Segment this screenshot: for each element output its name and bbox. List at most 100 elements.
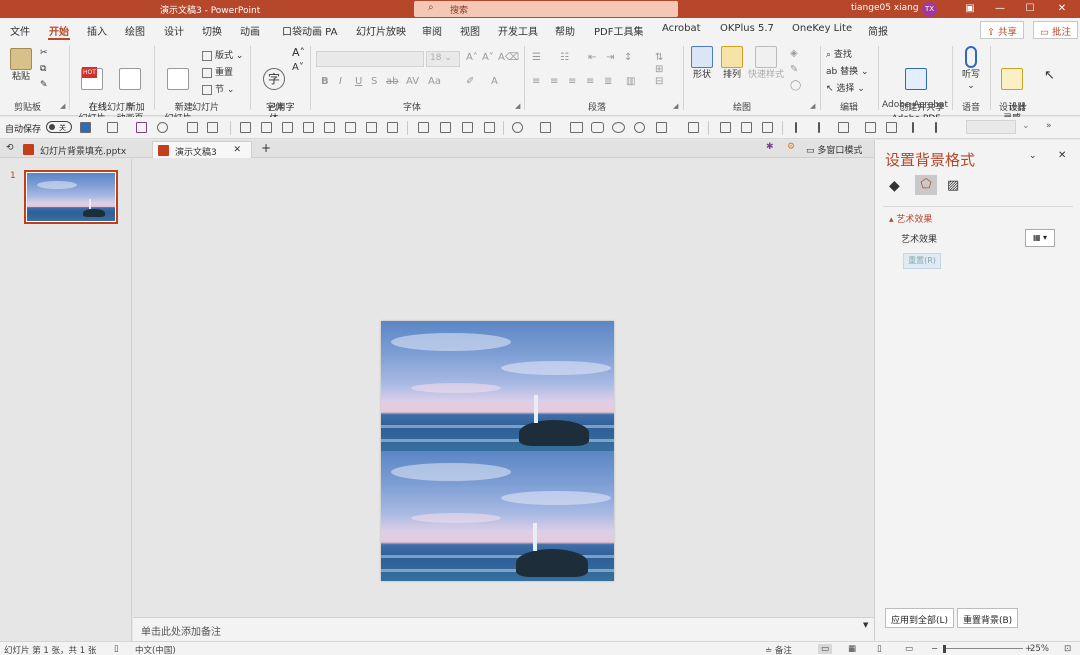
text-box-icon[interactable] <box>865 122 876 133</box>
pen-icon[interactable] <box>912 122 914 133</box>
shapes-button[interactable]: 形状 <box>688 46 716 81</box>
align-top-icon[interactable] <box>240 122 251 133</box>
group-icon[interactable] <box>418 122 429 133</box>
oval-icon[interactable] <box>612 122 625 133</box>
align-bottom-icon[interactable] <box>324 122 335 133</box>
paragraph-launcher-icon[interactable]: ◢ <box>673 102 678 110</box>
bold-icon[interactable]: B <box>321 76 329 87</box>
effects-pentagon-icon[interactable]: ⬠ <box>915 175 937 195</box>
more-commands-icon[interactable]: » <box>1046 121 1052 131</box>
columns-icon[interactable]: ▥ <box>626 76 635 87</box>
merge-shapes-icon[interactable] <box>512 122 523 133</box>
slide-thumbnail[interactable] <box>24 170 118 224</box>
maximize-icon[interactable]: ☐ <box>1020 1 1040 17</box>
tab-briefing[interactable]: 简报 <box>868 23 888 38</box>
comments-button[interactable]: ▭ 批注 <box>1033 21 1079 39</box>
drawing-launcher-icon[interactable]: ◢ <box>810 102 815 110</box>
qat-dropdown-icon[interactable]: ⌄ <box>1022 121 1030 131</box>
slide-editing-area[interactable]: ▲ <box>133 159 874 629</box>
pane-close-icon[interactable]: ✕ <box>1058 150 1066 161</box>
copy-icon[interactable]: ⧉ <box>40 64 46 74</box>
notes-toggle-button[interactable]: ≐ 备注 <box>765 644 792 655</box>
present-icon[interactable] <box>187 122 198 133</box>
rectangle-icon[interactable] <box>570 122 583 133</box>
align-right-icon[interactable]: ≡ <box>568 76 576 87</box>
zoom-level[interactable]: 25% <box>1030 644 1049 654</box>
shrink-font-icon[interactable]: A˅ <box>292 62 304 73</box>
zoom-slider[interactable] <box>943 648 1023 649</box>
scroll-down-icon[interactable]: ▼ <box>863 621 868 629</box>
apply-to-all-button[interactable]: 应用到全部(L) <box>885 608 955 628</box>
numbering-icon[interactable]: ☷ <box>560 52 569 63</box>
shape-format-icon[interactable] <box>540 122 551 133</box>
find-button[interactable]: ⌕ 查找 <box>826 47 852 60</box>
zoom-out-icon[interactable]: − <box>931 644 938 654</box>
arrange-button[interactable]: 排列 <box>718 46 746 81</box>
select-button[interactable]: ↖ 选择 ⌄ <box>826 81 865 94</box>
ribbon-options-icon[interactable]: ▣ <box>960 1 980 17</box>
align-center-icon[interactable]: ≡ <box>550 76 558 87</box>
shape-fill-icon[interactable]: ◈ <box>790 48 798 59</box>
reset-background-button[interactable]: 重置背景(B) <box>957 608 1019 628</box>
normal-view-icon[interactable]: ▭ <box>818 644 833 654</box>
user-name[interactable]: tiange05 xiang <box>851 3 919 13</box>
clear-format-icon[interactable]: A⌫ <box>498 52 519 63</box>
minimize-icon[interactable]: — <box>990 1 1010 17</box>
language[interactable]: 中文(中国) <box>135 644 176 655</box>
tab-design[interactable]: 设计 <box>164 23 184 38</box>
align-left-icon[interactable]: ≡ <box>532 76 540 87</box>
line-spacing-icon[interactable]: ↕ <box>624 52 632 63</box>
decrease-indent-icon[interactable]: ⇤ <box>588 52 596 63</box>
format-painter-icon[interactable]: ✎ <box>40 80 48 90</box>
circle-icon[interactable] <box>634 122 645 133</box>
search-box[interactable]: ⌕ 搜索 <box>414 1 678 17</box>
tab-transitions[interactable]: 切换 <box>202 23 222 38</box>
bring-front-icon[interactable] <box>462 122 473 133</box>
reading-view-icon[interactable]: ▯ <box>877 644 882 654</box>
align-right-objects-icon[interactable] <box>303 122 314 133</box>
tab-insert[interactable]: 插入 <box>87 23 107 38</box>
close-tab-icon[interactable]: ✕ <box>233 145 241 155</box>
tab-review[interactable]: 审阅 <box>422 23 442 38</box>
fit-slide-icon[interactable]: ⊡ <box>1064 644 1071 654</box>
bullets-icon[interactable]: ☰ <box>532 52 541 63</box>
clipboard-launcher-icon[interactable]: ◢ <box>60 102 65 110</box>
align-middle-icon[interactable] <box>261 122 272 133</box>
font-color-icon[interactable]: A <box>491 76 498 87</box>
distributed-icon[interactable]: ≣ <box>604 76 612 87</box>
tab-acrobat[interactable]: Acrobat <box>662 23 701 34</box>
new-tab-icon[interactable]: + <box>261 141 271 155</box>
qat-combo[interactable] <box>966 120 1016 134</box>
image-icon[interactable] <box>762 122 773 133</box>
tab-okplus[interactable]: OKPlus 5.7 <box>720 23 774 34</box>
grow-font-icon[interactable]: A˄ <box>292 46 305 59</box>
text-direction-icon[interactable]: ⇅ <box>655 52 663 63</box>
paste-button[interactable]: 粘贴 <box>8 48 34 83</box>
tab-view[interactable]: 视图 <box>460 23 480 38</box>
char-spacing-icon[interactable]: AV <box>406 76 419 87</box>
smartart-icon[interactable]: ⊞ <box>655 64 663 75</box>
italic-icon[interactable]: I <box>339 76 342 87</box>
multi-window-button[interactable]: ▭ 多窗口模式 <box>806 143 862 156</box>
align-center-objects-icon[interactable] <box>345 122 356 133</box>
section-button[interactable]: 节 ⌄ <box>202 82 234 95</box>
reset-effects-button[interactable]: 重置(R) <box>903 253 941 269</box>
reset-button[interactable]: 重置 <box>202 65 233 78</box>
replace-button[interactable]: ab 替换 ⌄ <box>826 64 869 77</box>
doc-tab-background[interactable]: 幻灯片背景填充.pptx <box>18 141 152 158</box>
tab-onekey[interactable]: OneKey Lite <box>792 23 852 34</box>
eyedropper-2-icon[interactable] <box>818 122 820 133</box>
zoom-slider-knob[interactable] <box>943 645 946 653</box>
tab-help[interactable]: 帮助 <box>555 23 575 38</box>
slideshow-view-icon[interactable]: ▭ <box>905 644 913 654</box>
eyedropper-icon[interactable] <box>795 122 797 133</box>
autosave-toggle[interactable]: 关 <box>46 121 72 133</box>
shadow-icon[interactable]: S <box>371 76 377 87</box>
text-color-icon[interactable] <box>886 122 897 133</box>
plugin-icon[interactable]: ✱ <box>766 142 774 152</box>
doc-tab-active[interactable]: 演示文稿3 ✕ <box>152 141 252 158</box>
close-doc-icon[interactable] <box>207 122 218 133</box>
tab-developer[interactable]: 开发工具 <box>498 23 538 38</box>
tab-file[interactable]: 文件 <box>10 23 30 38</box>
settings-gear-icon[interactable]: ⚙ <box>787 142 795 152</box>
